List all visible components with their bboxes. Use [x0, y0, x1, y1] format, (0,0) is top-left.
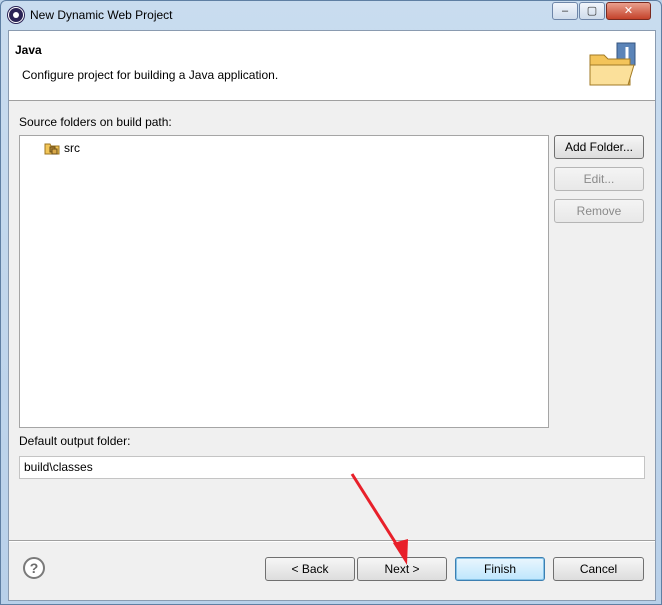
output-folder-field[interactable]: build\classes — [19, 456, 645, 479]
wizard-header: Java Configure project for building a Ja… — [9, 31, 655, 101]
output-folder-label: Default output folder: — [19, 434, 131, 448]
finish-button[interactable]: Finish — [455, 557, 545, 581]
window-title: New Dynamic Web Project — [30, 8, 173, 22]
help-icon[interactable]: ? — [23, 557, 45, 579]
java-folder-icon — [589, 42, 636, 86]
edit-button[interactable]: Edit... — [554, 167, 644, 191]
source-package-icon — [44, 143, 60, 155]
source-folders-label: Source folders on build path: — [19, 115, 172, 129]
remove-button[interactable]: Remove — [554, 199, 644, 223]
add-folder-button[interactable]: Add Folder... — [554, 135, 644, 159]
page-description: Configure project for building a Java ap… — [22, 68, 279, 82]
title-bar[interactable]: New Dynamic Web Project – ▢ ✕ — [1, 1, 661, 29]
next-button[interactable]: Next > — [357, 557, 447, 581]
eclipse-icon — [8, 7, 24, 23]
maximize-button[interactable]: ▢ — [579, 2, 605, 20]
dialog-window: New Dynamic Web Project – ▢ ✕ Java Confi… — [0, 0, 662, 605]
cancel-button[interactable]: Cancel — [553, 557, 644, 581]
footer-separator — [9, 540, 655, 542]
page-title: Java — [15, 43, 42, 57]
minimize-button[interactable]: – — [552, 2, 578, 20]
close-button[interactable]: ✕ — [606, 2, 651, 20]
back-button[interactable]: < Back — [265, 557, 355, 581]
tree-item-label: src — [64, 141, 80, 155]
source-folders-tree[interactable]: src — [19, 135, 549, 428]
dialog-body: Java Configure project for building a Ja… — [8, 30, 656, 601]
